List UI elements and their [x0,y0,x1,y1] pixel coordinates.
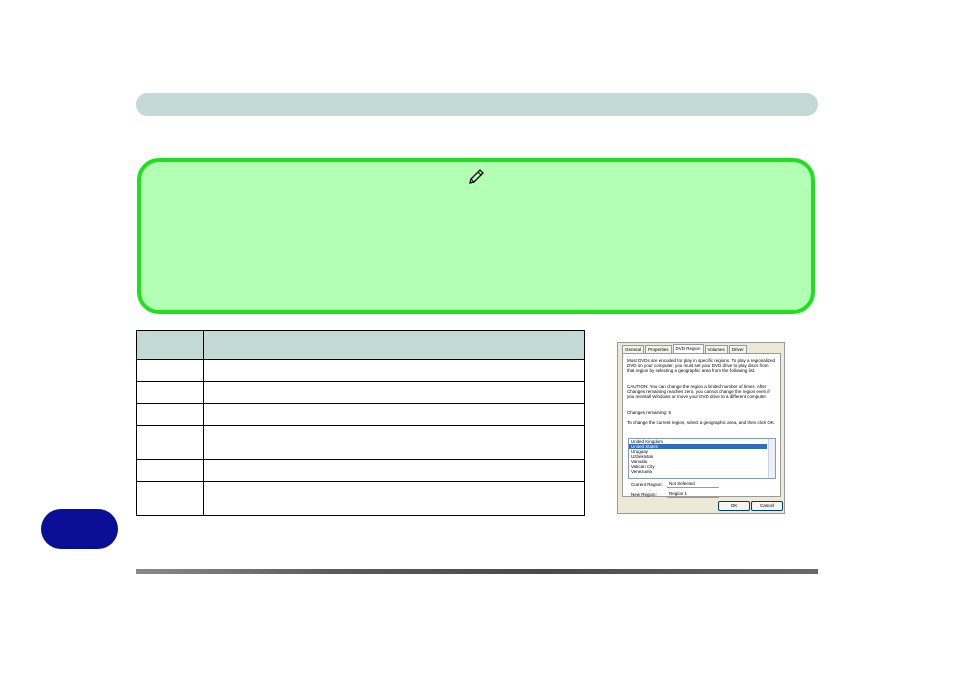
new-region-label: New Region: [631,492,657,497]
ok-button[interactable]: OK [718,501,750,511]
region-table [136,330,585,516]
table-cell [136,381,204,404]
table-cell [136,425,204,460]
table-row [136,481,585,516]
caution-text: CAUTION: You can change the region a lim… [627,384,770,400]
table-cell [136,459,204,482]
table-row [136,459,585,482]
cancel-button[interactable]: Cancel [751,501,783,511]
changes-remaining-text: Changes remaining: 5 [627,410,672,415]
table-cell [136,403,204,426]
table-header-cell [136,330,204,360]
table-row [136,359,585,382]
list-item[interactable]: Venezuela [629,469,767,474]
table-header-cell [203,330,585,360]
table-cell [203,381,585,404]
tab-panel: Most DVDs are encoded for play in specif… [622,353,781,498]
chapter-tab [41,509,118,549]
pencil-icon [469,169,484,184]
table-row [136,425,585,460]
header-bar [136,93,818,116]
note-box [137,158,815,314]
listbox-scrollbar[interactable] [768,439,775,478]
table-row [136,403,585,426]
current-region-value: Not Selected [667,481,719,488]
table-row [136,381,585,404]
table-cell [136,481,204,516]
tab-dvd-region[interactable]: DVD Region [672,344,704,353]
table-cell [203,425,585,460]
table-cell [136,359,204,382]
intro-text: Most DVDs are encoded for play in specif… [627,358,775,374]
region-listbox[interactable]: United Kingdom United States Uruguay Uzb… [628,438,776,479]
instruction-text: To change the current region, select a g… [627,420,776,425]
footer-rule [136,569,818,574]
table-cell [203,403,585,426]
new-region-value: Region 1 [667,491,719,498]
table-cell [203,459,585,482]
table-cell [203,359,585,382]
table-cell [203,481,585,516]
table-header-row [136,330,585,360]
current-region-label: Current Region: [631,482,663,487]
dvd-region-dialog: General Properties DVD Region Volumes Dr… [617,342,785,514]
